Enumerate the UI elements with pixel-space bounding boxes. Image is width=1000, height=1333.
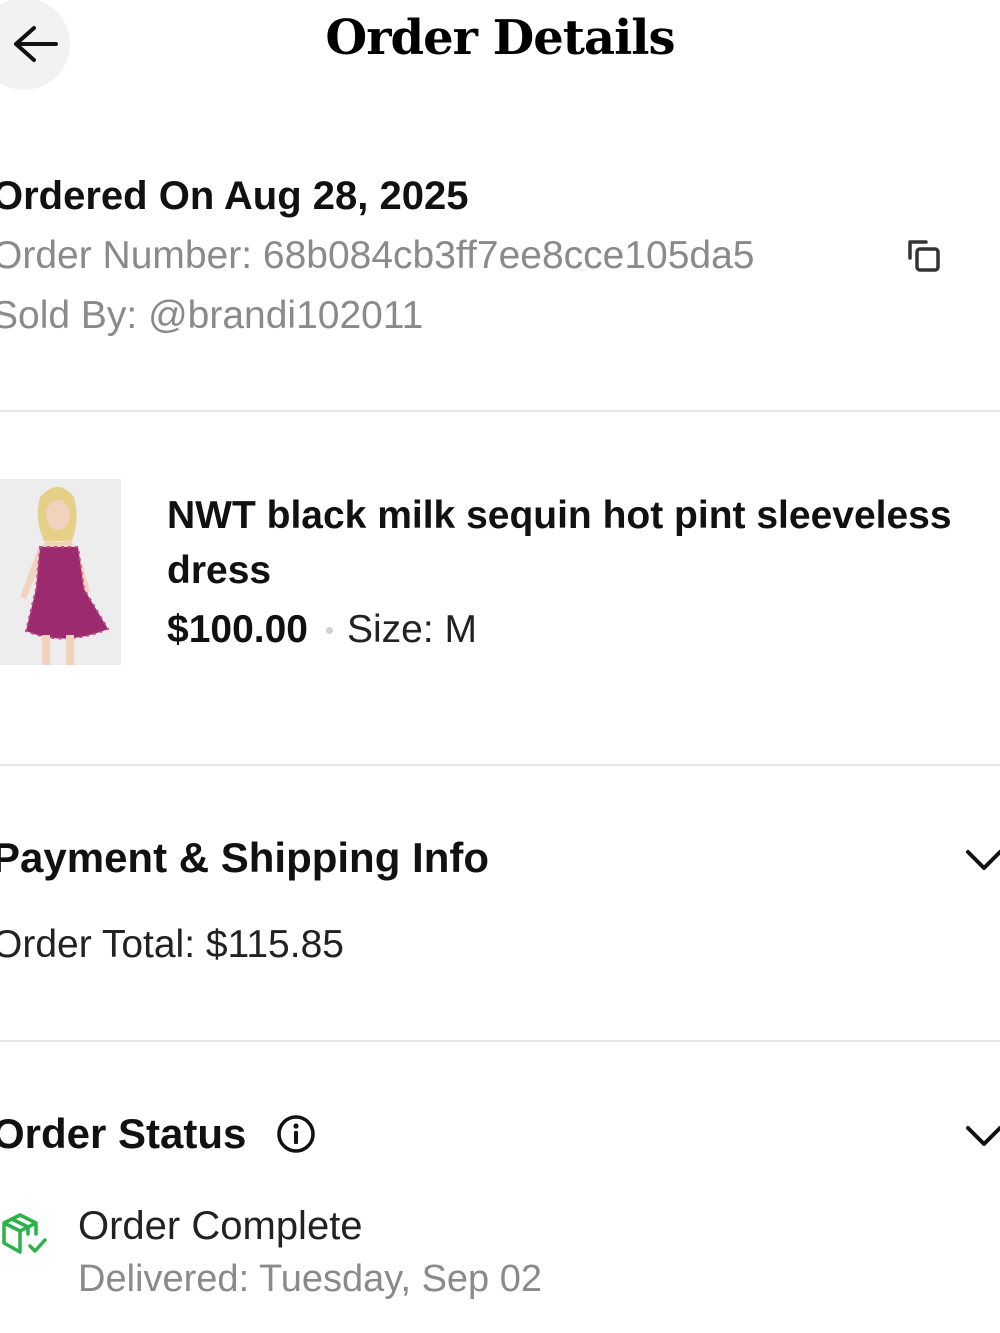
copy-icon <box>908 240 940 272</box>
order-status-heading-row[interactable]: Order Status <box>0 1110 316 1158</box>
ordered-on-date: Ordered On Aug 28, 2025 <box>0 174 469 218</box>
payment-expand-button[interactable] <box>964 840 1000 880</box>
product-size: Size: M <box>346 608 478 651</box>
status-expand-button[interactable] <box>964 1116 1000 1156</box>
package-check-icon <box>0 1212 48 1258</box>
dress-photo-illustration <box>0 479 121 665</box>
product-title[interactable]: NWT black milk sequin hot pint sleeveles… <box>167 488 1000 598</box>
product-price: $100.00 <box>167 608 308 651</box>
divider <box>0 764 1000 766</box>
order-status-heading: Order Status <box>0 1110 247 1157</box>
chevron-down-icon <box>966 1126 1000 1146</box>
copy-order-number-button[interactable] <box>904 236 944 276</box>
divider <box>0 410 1000 412</box>
sold-by-seller[interactable]: Sold By: @brandi102011 <box>0 294 423 338</box>
price-size-row: $100.00 Size: M <box>167 608 477 652</box>
order-number: Order Number: 68b084cb3ff7ee8cce105da5 <box>0 234 755 277</box>
info-icon[interactable] <box>276 1114 316 1154</box>
divider <box>0 1040 1000 1042</box>
order-status-title: Order Complete <box>78 1204 363 1248</box>
separator-dot <box>325 626 333 634</box>
order-total: Order Total: $115.85 <box>0 923 344 966</box>
payment-shipping-heading[interactable]: Payment & Shipping Info <box>0 834 489 882</box>
chevron-down-icon <box>966 850 1000 870</box>
product-photo[interactable] <box>0 479 121 665</box>
page-title: Order Details <box>325 10 675 66</box>
delivered-date: Delivered: Tuesday, Sep 02 <box>78 1258 543 1300</box>
